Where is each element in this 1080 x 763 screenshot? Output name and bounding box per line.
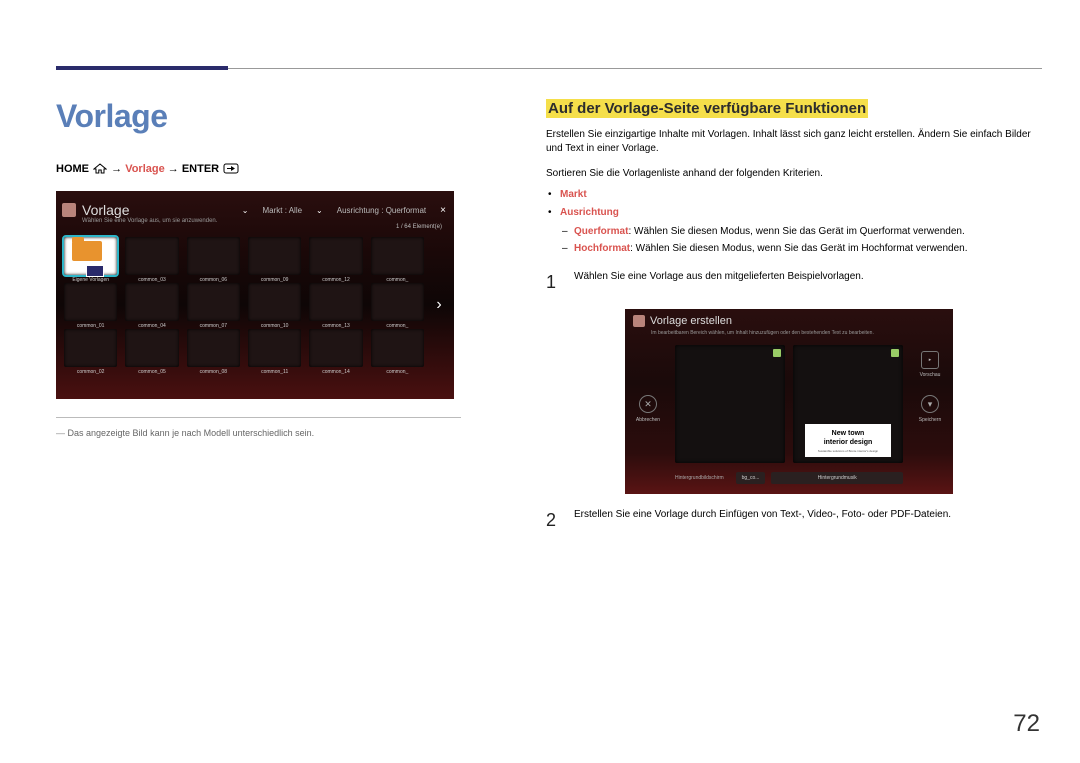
- ss2-title: Vorlage erstellen: [650, 315, 732, 327]
- ss2-title-row: Vorlage erstellen: [633, 315, 732, 327]
- resize-icon: [891, 349, 899, 357]
- template-cell: common_11: [248, 329, 301, 367]
- sub-hochformat: Hochformat: Wählen Sie diesen Modus, wen…: [574, 241, 1032, 256]
- template-cell: common_04: [125, 283, 178, 321]
- ss1-title: Vorlage: [82, 202, 129, 218]
- template-cell: common_: [371, 283, 424, 321]
- orientation-sublist: Querformat: Wählen Sie diesen Modus, wen…: [560, 224, 1032, 256]
- template-cell: common_07: [187, 283, 240, 321]
- ss1-subtitle: Wählen Sie eine Vorlage aus, um sie anzu…: [82, 218, 217, 224]
- divider: [56, 417, 461, 418]
- ss2-bg-label: Hintergrundbildschirm: [675, 475, 730, 481]
- criteria-list: Markt Ausrichtung Querformat: Wählen Sie…: [546, 187, 1032, 256]
- intro-paragraph: Erstellen Sie einzigartige Inhalte mit V…: [546, 128, 1032, 156]
- step-1: 1 Wählen Sie eine Vorlage aus den mitgel…: [546, 270, 1032, 295]
- step-2: 2 Erstellen Sie eine Vorlage durch Einfü…: [546, 508, 1032, 533]
- ss2-subtitle: Im bearbeitbaren Bereich wählen, um Inha…: [651, 330, 874, 336]
- enter-icon: [223, 163, 239, 174]
- template-cell: common_13: [309, 283, 362, 321]
- ss2-pane-left: [675, 345, 785, 463]
- template-cell: common_: [371, 329, 424, 367]
- chevron-down-icon: ⌄: [316, 206, 323, 215]
- ss2-bottom-bar: Hintergrundbildschirm bg_co... Hintergru…: [675, 469, 903, 486]
- page-number: 72: [1013, 710, 1040, 738]
- home-icon: [93, 163, 107, 174]
- template-cell: common_08: [187, 329, 240, 367]
- template-cell: common_06: [187, 237, 240, 275]
- breadcrumb-vorlage: Vorlage: [125, 163, 165, 175]
- breadcrumb-enter: ENTER: [182, 163, 219, 175]
- breadcrumb-arrow-1: →: [111, 163, 122, 175]
- breadcrumb-home: HOME: [56, 163, 89, 175]
- cancel-icon: ✕: [639, 395, 657, 413]
- ss2-text-overlay: New town interior design Sustainble solu…: [805, 424, 891, 457]
- close-icon: ×: [440, 205, 446, 216]
- template-cell: common_03: [125, 237, 178, 275]
- ss2-preview-button: ▸ Vorschau: [913, 351, 947, 378]
- template-cell: common_09: [248, 237, 301, 275]
- template-cell: common_12: [309, 237, 362, 275]
- ss2-pane-right: New town interior design Sustainble solu…: [793, 345, 903, 463]
- template-cell: common_: [371, 237, 424, 275]
- chevron-right-icon: ›: [430, 296, 448, 314]
- page-title: Vorlage: [56, 98, 461, 135]
- bullet-markt: Markt: [560, 187, 1032, 202]
- ss1-grid: Eigene Vorlagencommon_03common_06common_…: [64, 237, 424, 391]
- step-2-number: 2: [546, 508, 560, 533]
- template-icon: [633, 315, 645, 327]
- template-cell: common_02: [64, 329, 117, 367]
- step-1-number: 1: [546, 270, 560, 295]
- breadcrumb-arrow-2: →: [168, 163, 179, 175]
- step-2-text: Erstellen Sie eine Vorlage durch Einfüge…: [574, 508, 951, 533]
- template-icon: [62, 203, 76, 217]
- ss1-filters: ⌄ Markt : Alle ⌄ Ausrichtung : Querforma…: [242, 205, 446, 216]
- save-icon: ▾: [921, 395, 939, 413]
- play-icon: ▸: [921, 351, 939, 369]
- ss2-save-button: ▾ Speichern: [913, 395, 947, 423]
- template-cell: common_10: [248, 283, 301, 321]
- section-heading: Auf der Vorlage-Seite verfügbare Funktio…: [546, 99, 868, 118]
- template-cell: common_14: [309, 329, 362, 367]
- right-column: Auf der Vorlage-Seite verfügbare Funktio…: [546, 100, 1032, 533]
- breadcrumb: HOME → Vorlage → ENTER: [56, 163, 461, 175]
- sort-paragraph: Sortieren Sie die Vorlagenliste anhand d…: [546, 168, 1032, 179]
- left-column: Vorlage HOME → Vorlage → ENTER Vorlage ⌄…: [56, 98, 461, 438]
- filter-orientation: Ausrichtung : Querformat: [337, 206, 426, 215]
- filter-market: Markt : Alle: [262, 206, 302, 215]
- ss2-bg-value: bg_co...: [736, 472, 766, 484]
- ss2-main-panes: New town interior design Sustainble solu…: [675, 345, 903, 463]
- sub-querformat: Querformat: Wählen Sie diesen Modus, wen…: [574, 224, 1032, 239]
- step-1-text: Wählen Sie eine Vorlage aus den mitgelie…: [574, 270, 864, 295]
- resize-icon: [773, 349, 781, 357]
- template-cell: common_01: [64, 283, 117, 321]
- chevron-down-icon: ⌄: [242, 206, 249, 215]
- top-rule-accent: [56, 66, 228, 70]
- ss2-music-button: Hintergrundmusik: [771, 472, 903, 484]
- template-cell: Eigene Vorlagen: [64, 237, 117, 275]
- ss1-count: 1 / 64 Element(e): [396, 224, 442, 230]
- ss2-cancel-button: ✕ Abbrechen: [631, 395, 665, 423]
- template-cell: common_05: [125, 329, 178, 367]
- screenshot-vorlage-grid: Vorlage ⌄ Markt : Alle ⌄ Ausrichtung : Q…: [56, 191, 454, 399]
- screenshot-vorlage-erstellen: Vorlage erstellen Im bearbeitbaren Berei…: [625, 309, 953, 494]
- image-caption: Das angezeigte Bild kann je nach Modell …: [56, 428, 461, 438]
- bullet-ausrichtung: Ausrichtung Querformat: Wählen Sie diese…: [560, 205, 1032, 256]
